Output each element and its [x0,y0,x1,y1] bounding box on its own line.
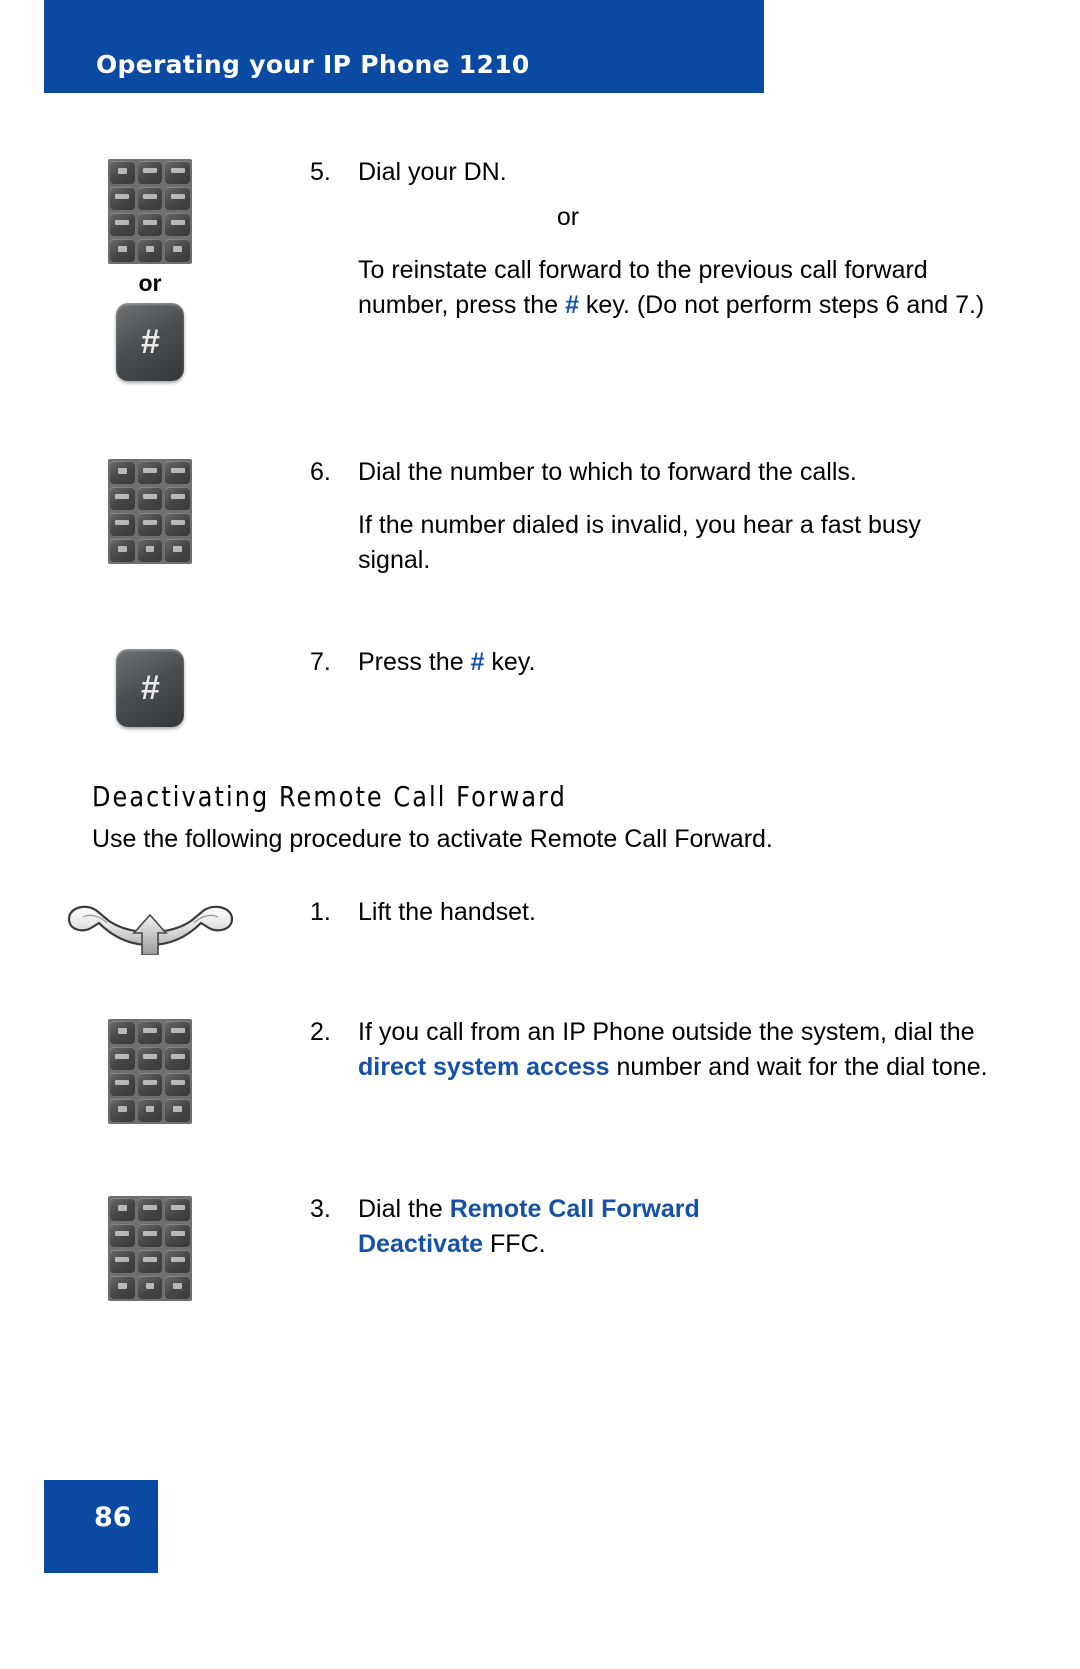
step-item-1: 1. Lift the handset. [310,895,1000,930]
procedure-row-step3: 3. Dial the Remote Call Forward Deactiva… [0,1192,1000,1301]
icon-column-step5: or # [0,155,300,381]
step-text: Dial your DN. [358,158,507,186]
icon-column-step7: # [0,645,300,727]
step6-note: If the number dialed is invalid, you hea… [358,511,921,574]
text-column-step7: 7. Press the # key. [300,645,1000,680]
step7-text-1: Press the [358,648,471,676]
step-text: Lift the handset. [358,898,536,926]
section-heading: Deactivating Remote Call Forward [92,780,567,813]
page-header-banner: Operating your IP Phone 1210 [44,0,764,93]
keypad-icon [108,459,192,564]
page-footer-box: 86 [44,1480,158,1573]
direct-system-access-term: direct system access [358,1053,610,1081]
step-number: 3. [310,1195,331,1223]
keypad-icon [108,1019,192,1124]
step2-text-2: number and wait for the dial tone. [609,1053,988,1081]
step-item-2: 2. If you call from an IP Phone outside … [310,1015,1000,1085]
procedure-row-step5: or # 5. Dial your DN. or To reinstate ca… [0,155,1000,381]
text-column-step2: 2. If you call from an IP Phone outside … [300,1015,1000,1085]
text-column-step6: 6. Dial the number to which to forward t… [300,455,1000,578]
icon-column-step6 [0,455,300,564]
step-number: 7. [310,648,331,676]
step7-text-2: key. [484,648,536,676]
step-number: 6. [310,458,331,486]
text-column-step1: 1. Lift the handset. [300,895,1000,930]
step-text: Dial the number to which to forward the … [358,458,857,486]
section-intro-paragraph: Use the following procedure to activate … [92,825,773,853]
hash-symbol-inline: # [565,291,579,319]
step-item-7: 7. Press the # key. [310,645,1000,680]
page-title: Operating your IP Phone 1210 [96,50,530,79]
procedure-row-step1: 1. Lift the handset. [0,895,1000,956]
step-text: Dial the Remote Call Forward Deactivate … [358,1192,738,1262]
step3-text-2: FFC. [483,1230,546,1258]
step-number: 1. [310,898,331,926]
icon-column-step3 [0,1192,300,1301]
step-item-6: 6. Dial the number to which to forward t… [310,455,1000,490]
hash-key-icon: # [116,303,184,381]
handset-lift-icon [63,899,238,956]
text-column-step3: 3. Dial the Remote Call Forward Deactiva… [300,1192,1000,1262]
step-item-3: 3. Dial the Remote Call Forward Deactiva… [310,1192,1000,1262]
icon-column-step2 [0,1015,300,1124]
procedure-row-step2: 2. If you call from an IP Phone outside … [0,1015,1000,1124]
step-text: If you call from an IP Phone outside the… [358,1015,1000,1085]
step2-text-1: If you call from an IP Phone outside the… [358,1018,975,1046]
text-column-step5: 5. Dial your DN. or To reinstate call fo… [300,155,1000,323]
page-number: 86 [94,1502,132,1533]
step5-alternate-instruction: To reinstate call forward to the previou… [358,253,1000,323]
step-number: 5. [310,158,331,186]
keypad-icon [108,159,192,264]
procedure-row-step7: # 7. Press the # key. [0,645,1000,727]
step5-alt-text-2: key. (Do not perform steps 6 and 7.) [578,291,985,319]
hash-symbol-inline: # [470,648,485,676]
step-number: 2. [310,1018,331,1046]
icon-or-label: or [138,270,162,296]
keypad-icon [108,1196,192,1301]
step3-text-1: Dial the [358,1195,450,1223]
procedure-row-step6: 6. Dial the number to which to forward t… [0,455,1000,578]
step5-or-separator: or [556,203,580,231]
step-text: Press the # key. [358,645,1000,680]
hash-key-icon: # [116,649,184,727]
step-item-5: 5. Dial your DN. [310,155,1000,190]
icon-column-step1 [0,895,300,956]
